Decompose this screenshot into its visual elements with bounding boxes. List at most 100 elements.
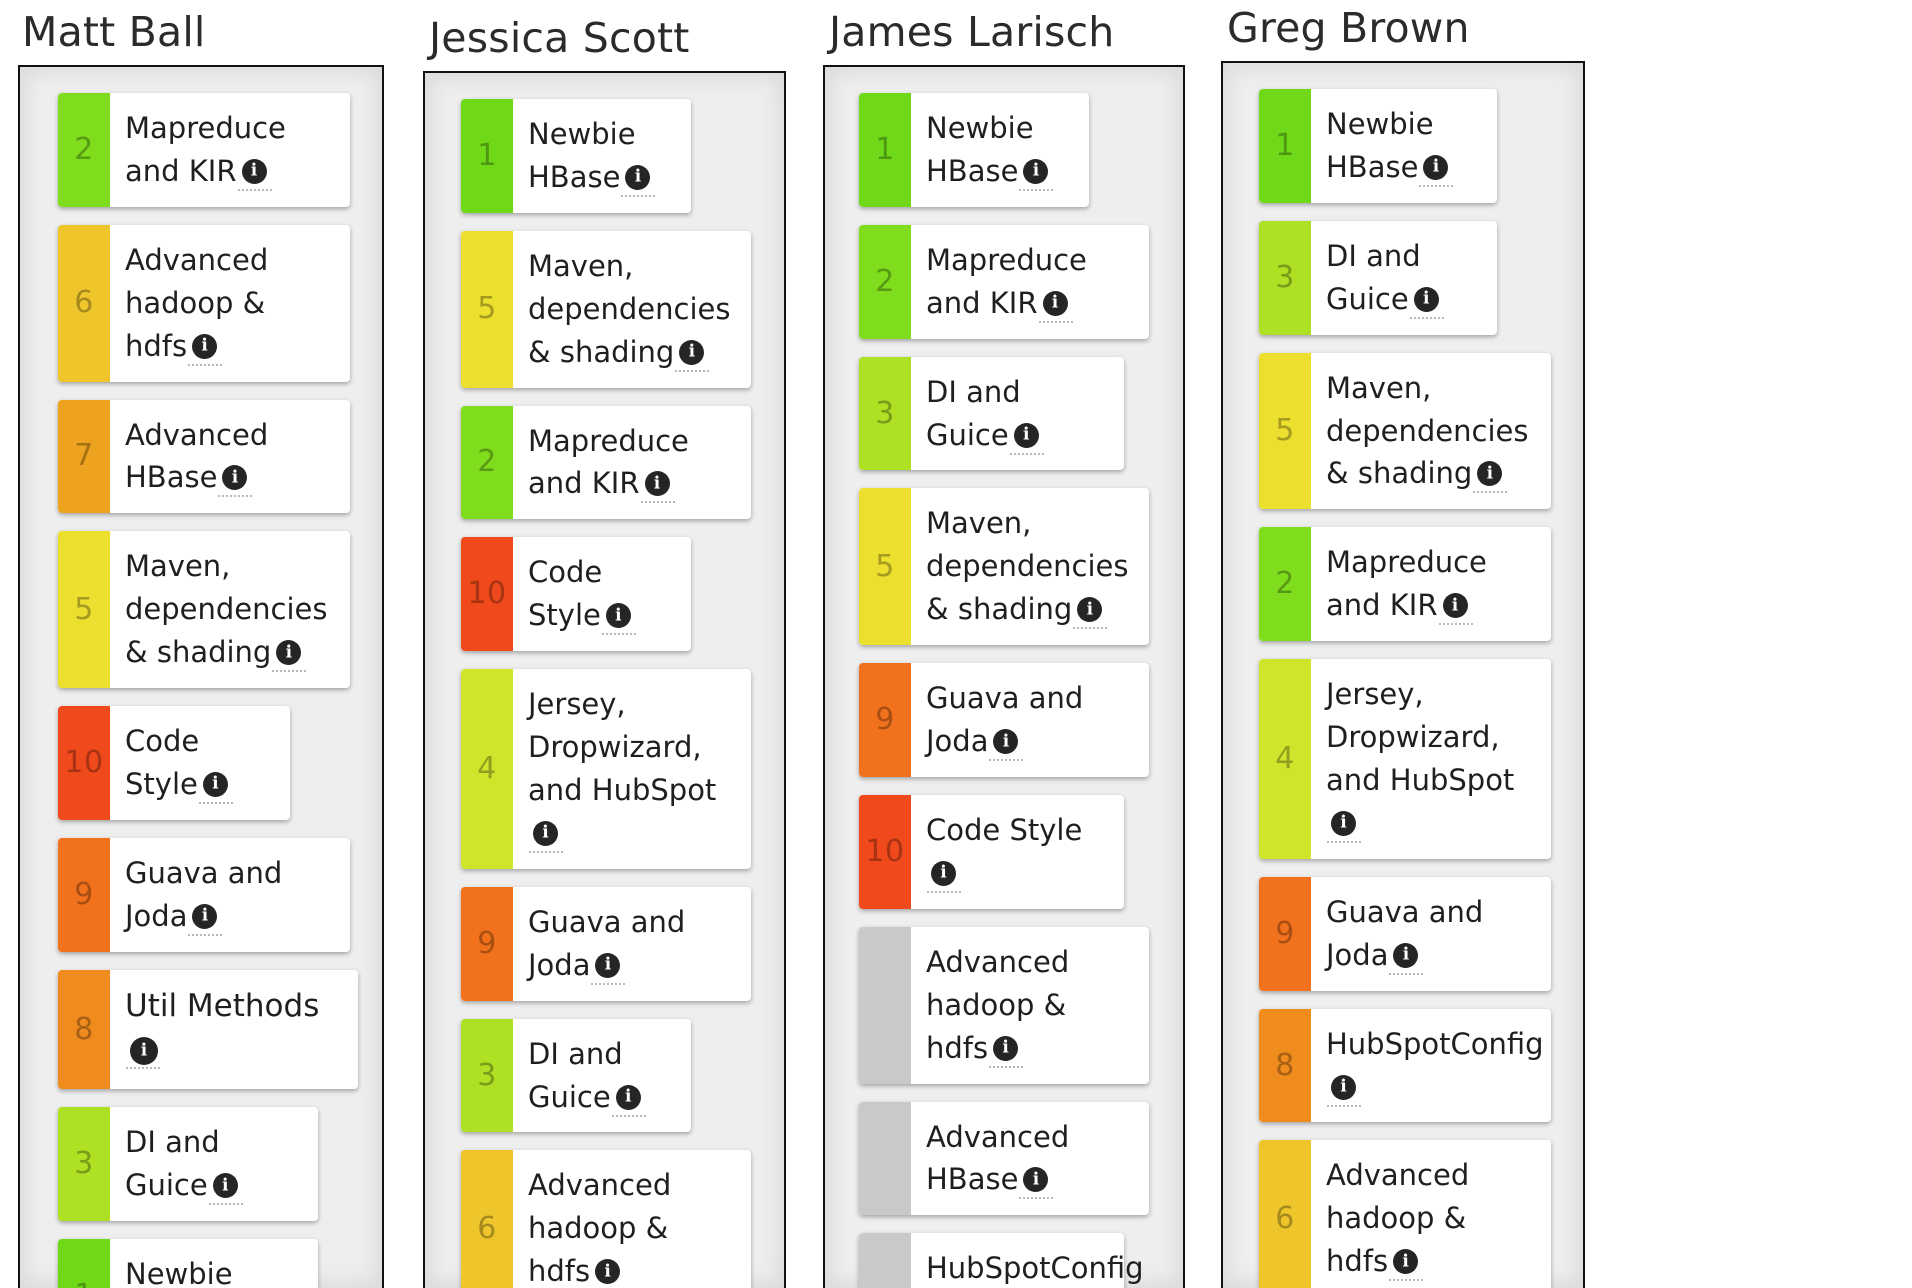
info-icon[interactable]	[1438, 593, 1473, 626]
topic-label: Newbie HBase	[528, 117, 636, 194]
info-icon[interactable]	[927, 860, 961, 893]
topic-card[interactable]: 9 Guava and Joda	[58, 837, 350, 952]
topic-card-body: Mapreduce and KIR	[110, 93, 350, 207]
info-dotted-underline	[640, 499, 675, 504]
info-icon[interactable]	[591, 952, 626, 985]
info-dotted-underline	[1473, 489, 1508, 494]
topic-card[interactable]: 4 Jersey, Dropwizard, and HubSpot	[461, 669, 751, 869]
info-icon[interactable]	[601, 603, 636, 636]
topic-card[interactable]: Advanced hadoop & hdfs	[859, 926, 1149, 1084]
info-icon[interactable]	[1419, 154, 1454, 187]
info-icon[interactable]	[208, 1173, 243, 1206]
topic-card-body: Newbie HBase	[513, 99, 691, 213]
topic-card[interactable]: 2 Mapreduce and KIR	[1259, 527, 1551, 642]
info-icon[interactable]	[1327, 1074, 1361, 1107]
topic-card-body: Jersey, Dropwizard, and HubSpot	[513, 669, 751, 869]
topic-card[interactable]: 9 Guava and Joda	[461, 886, 751, 1001]
rank-badge: 5	[461, 230, 513, 388]
topic-label: HubSpotConfig	[1326, 1026, 1544, 1061]
info-icon[interactable]	[621, 164, 656, 197]
info-icon[interactable]	[989, 729, 1024, 762]
info-dotted-underline	[188, 932, 223, 936]
info-icon[interactable]	[1038, 290, 1073, 323]
topic-card[interactable]: 5 Maven, dependencies & shading	[1259, 352, 1551, 510]
info-icon[interactable]	[272, 640, 307, 673]
topic-card[interactable]: 2 Mapreduce and KIR	[58, 93, 350, 207]
info-icon[interactable]	[1389, 942, 1424, 975]
rank-badge: 1	[859, 93, 911, 207]
topic-card[interactable]: 6 Advanced hadoop & hdfs	[58, 224, 350, 382]
info-dotted-underline	[1389, 971, 1424, 975]
info-icon[interactable]	[1409, 286, 1444, 319]
info-icon[interactable]	[1019, 1167, 1054, 1200]
info-dotted-underline	[218, 493, 253, 498]
info-dotted-underline	[989, 757, 1024, 762]
rank-badge: 3	[58, 1107, 110, 1222]
topic-card[interactable]: 3 DI and Guice	[859, 356, 1124, 471]
card-stack[interactable]: 1Newbie HBase 5Maven, dependencies & shad…	[423, 71, 786, 1288]
topic-card[interactable]: 1Newbie HBase	[859, 93, 1089, 207]
topic-card[interactable]: 6 Advanced hadoop & hdfs	[1259, 1140, 1551, 1288]
info-icon[interactable]	[126, 1036, 160, 1069]
topic-label: Jersey, Dropwizard, and HubSpot	[528, 687, 717, 807]
person-name: Jessica Scott	[429, 14, 690, 62]
info-icon[interactable]	[237, 158, 272, 191]
topic-card[interactable]: 5 Maven, dependencies & shading	[461, 230, 751, 388]
info-dotted-underline	[591, 981, 626, 985]
topic-card[interactable]: 1Newbie HBase	[1259, 89, 1497, 203]
info-icon[interactable]	[1009, 422, 1044, 455]
topic-card[interactable]: 3 DI and Guice	[1259, 220, 1497, 335]
topic-card[interactable]: 10 Code Style	[58, 706, 290, 820]
info-icon[interactable]	[595, 1259, 621, 1285]
info-icon[interactable]	[1019, 158, 1054, 191]
topic-card[interactable]: 9 Guava and Joda	[859, 663, 1149, 777]
topic-card[interactable]: 8 Util Methods	[58, 969, 358, 1090]
topic-card[interactable]: HubSpotConfig	[859, 1233, 1144, 1288]
info-icon[interactable]	[198, 771, 233, 804]
info-icon[interactable]	[218, 465, 253, 498]
rank-badge: 8	[1259, 1008, 1311, 1123]
topic-card-body: Jersey, Dropwizard, and HubSpot	[1311, 659, 1551, 859]
info-icon[interactable]	[1473, 461, 1508, 494]
topic-card[interactable]: 2 Mapreduce and KIR	[461, 405, 751, 520]
topic-card-body: Guava and Joda	[911, 663, 1149, 777]
topic-card[interactable]: 10 Code Style	[461, 537, 691, 652]
topic-card[interactable]: 3 DI and Guice	[461, 1018, 691, 1133]
topic-card-body: Guava and Joda	[1311, 877, 1551, 991]
info-icon[interactable]	[1327, 810, 1361, 843]
card-stack[interactable]: 1Newbie HBase 2Mapreduce and KIR 3DI and G…	[823, 65, 1185, 1288]
info-icon[interactable]	[188, 903, 223, 936]
rank-badge: 6	[58, 224, 110, 382]
topic-card[interactable]: 1Newbie HBase	[58, 1239, 318, 1288]
topic-card[interactable]: 2 Mapreduce and KIR	[859, 224, 1149, 339]
info-icon[interactable]	[989, 1035, 1024, 1068]
topic-card[interactable]: 3 DI and Guice	[58, 1107, 318, 1222]
info-icon[interactable]	[1073, 597, 1108, 630]
info-icon[interactable]	[1389, 1249, 1424, 1282]
topic-card[interactable]: 4 Jersey, Dropwizard, and HubSpot	[1259, 659, 1551, 859]
info-dotted-underline	[1327, 1103, 1361, 1107]
info-icon[interactable]	[611, 1084, 646, 1117]
topic-card-body: Code Style	[110, 706, 290, 820]
topic-card[interactable]: Advanced HBase	[859, 1101, 1149, 1216]
topic-card[interactable]: 10 Code Style	[859, 794, 1124, 909]
topic-card[interactable]: 9 Guava and Joda	[1259, 876, 1551, 991]
info-dotted-underline	[1419, 183, 1454, 187]
topic-card[interactable]: 7 Advanced HBase	[58, 399, 350, 514]
topic-card[interactable]: 1Newbie HBase	[461, 99, 691, 213]
info-icon[interactable]	[640, 471, 675, 504]
info-dotted-underline	[1409, 315, 1444, 319]
card-stack[interactable]: 2Mapreduce and KIR 6Advanced hadoop & hdf…	[18, 65, 384, 1288]
rank-badge: 1	[1259, 89, 1311, 203]
info-icon[interactable]	[675, 339, 710, 372]
info-icon[interactable]	[529, 820, 563, 853]
info-icon[interactable]	[188, 333, 223, 366]
info-dotted-underline	[621, 193, 656, 197]
topic-card[interactable]: 8 HubSpotConfig	[1259, 1008, 1551, 1123]
topic-card[interactable]: 6 Advanced hadoop & hdfs	[461, 1150, 751, 1288]
topic-card[interactable]: 5 Maven, dependencies & shading	[859, 488, 1149, 646]
rank-badge: 5	[58, 531, 110, 689]
card-stack[interactable]: 1Newbie HBase 3DI and Guice 5Maven, depend…	[1221, 61, 1585, 1288]
topic-card[interactable]: 5 Maven, dependencies & shading	[58, 531, 350, 689]
topic-label: Jersey, Dropwizard, and HubSpot	[1326, 677, 1515, 797]
